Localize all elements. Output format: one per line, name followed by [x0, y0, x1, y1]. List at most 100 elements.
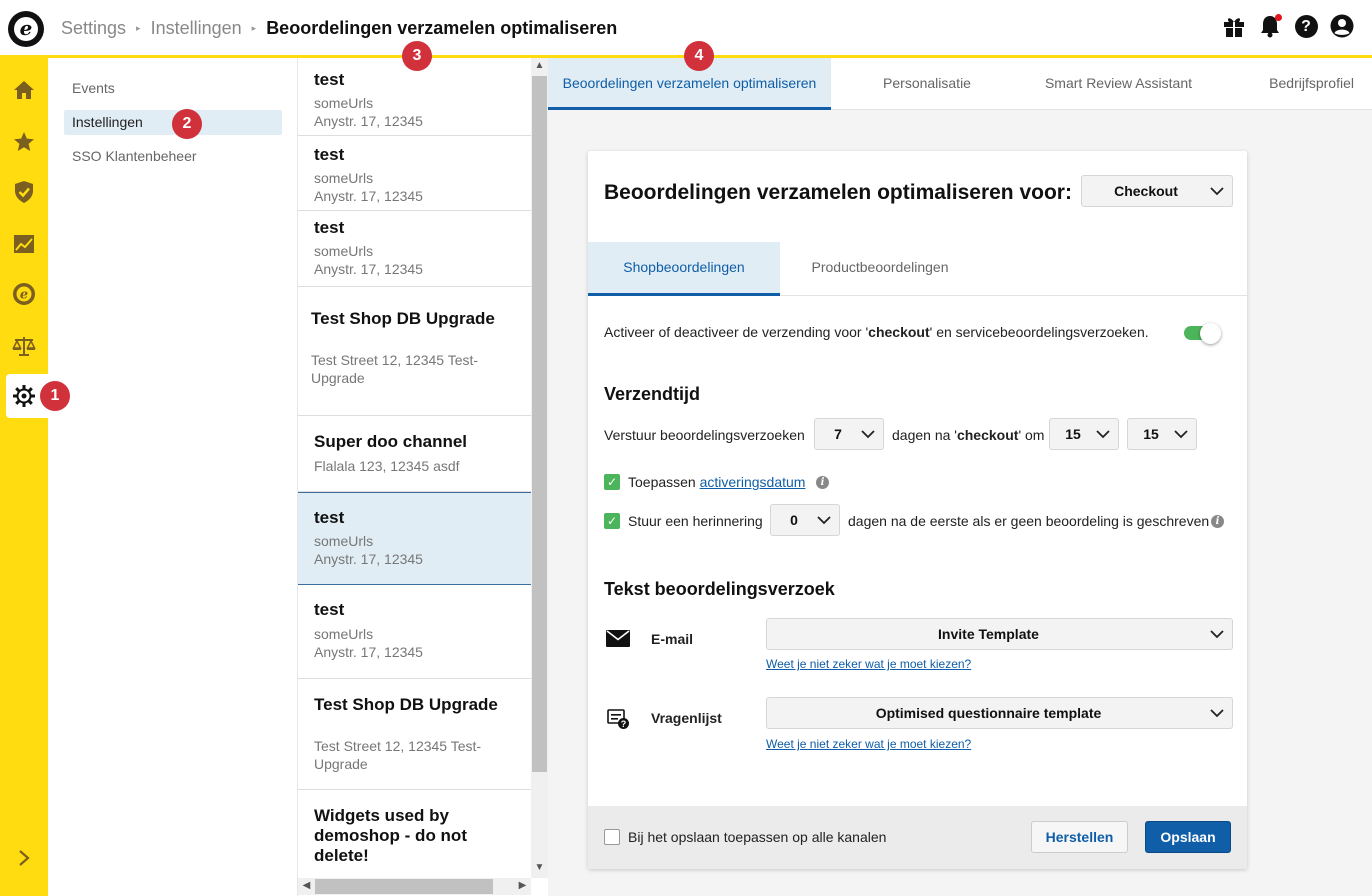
channel-address-cont: Upgrade — [314, 756, 368, 772]
account-icon[interactable] — [1330, 14, 1354, 38]
channel-address-cont: Upgrade — [311, 370, 365, 386]
channel-address: Anystr. 17, 12345 — [314, 261, 423, 277]
home-icon[interactable] — [0, 68, 48, 112]
channel-item[interactable]: Test Shop DB Upgrade Test Street 12, 123… — [298, 679, 531, 790]
page-title: Beoordelingen verzamelen optimaliseren — [266, 18, 618, 38]
trigger-select[interactable]: Checkout — [1081, 175, 1233, 207]
chevron-down-icon — [1210, 187, 1224, 196]
days-after-label: dagen na 'checkout' om — [892, 427, 1045, 443]
reminder-label: Stuur een herinnering — [628, 513, 763, 529]
channel-item[interactable]: test someUrls Anystr. 17, 12345 — [298, 211, 531, 287]
step-badge-3: 3 — [402, 41, 432, 71]
scroll-up-icon[interactable]: ▲ — [531, 60, 548, 71]
svg-text:e: e — [20, 288, 28, 303]
channel-item[interactable]: test someUrls Anystr. 17, 12345 — [298, 136, 531, 211]
save-button[interactable]: Opslaan — [1145, 821, 1231, 853]
channel-item[interactable]: test someUrls Anystr. 17, 12345 — [298, 585, 531, 679]
channel-address: Test Street 12, 12345 Test- — [311, 352, 479, 368]
etrusted-icon[interactable]: e — [0, 272, 48, 316]
tab-personalisatie[interactable]: Personalisatie — [848, 58, 1006, 110]
step-badge-1: 1 — [40, 381, 70, 411]
info-icon[interactable]: i — [1211, 515, 1224, 528]
subnav-item-sso-klantenbeheer[interactable]: SSO Klantenbeheer — [64, 144, 282, 169]
subtab-productbeoordelingen[interactable]: Productbeoordelingen — [780, 242, 980, 296]
channel-name-line-2: demoshop - do not — [314, 826, 467, 845]
scales-icon[interactable] — [0, 324, 48, 368]
gift-icon[interactable] — [1222, 14, 1246, 38]
chevron-down-icon — [861, 430, 875, 439]
apply-activation-checkbox[interactable]: ✓ — [604, 474, 620, 490]
channel-item[interactable]: Test Shop DB Upgrade Test Street 12, 123… — [298, 287, 531, 416]
channel-address: Anystr. 17, 12345 — [314, 113, 423, 129]
channel-name-line-1: Widgets used by — [314, 806, 449, 825]
channel-address: Test Street 12, 12345 Test- — [314, 738, 482, 754]
hour-select-value: 15 — [1065, 426, 1081, 442]
questionnaire-help-link[interactable]: Weet je niet zeker wat je moet kiezen? — [766, 737, 971, 751]
reminder-days-select[interactable]: 0 — [770, 504, 840, 536]
chevron-right-icon[interactable] — [0, 836, 48, 880]
tab-bedrijfsprofiel[interactable]: Bedrijfsprofiel — [1246, 58, 1372, 110]
chart-icon[interactable] — [0, 222, 48, 266]
channel-name: test — [314, 508, 345, 527]
channel-item[interactable]: Super doo channel Flalala 123, 12345 asd… — [298, 416, 531, 492]
scroll-left-icon[interactable]: ◀ — [298, 880, 315, 891]
channel-item-selected[interactable]: test someUrls Anystr. 17, 12345 — [298, 492, 531, 585]
chevron-down-icon — [1096, 430, 1110, 439]
email-template-value: Invite Template — [938, 626, 1039, 642]
vertical-scroll-thumb[interactable] — [532, 76, 547, 772]
reset-button[interactable]: Herstellen — [1031, 821, 1128, 853]
reminder-checkbox[interactable]: ✓ — [604, 513, 620, 529]
horizontal-scrollbar[interactable]: ◀ ▶ — [298, 878, 531, 895]
minute-select[interactable]: 15 — [1127, 418, 1197, 450]
notification-dot — [1275, 14, 1282, 21]
apply-all-channels-label: Bij het opslaan toepassen op alle kanale… — [628, 829, 887, 845]
bell-icon[interactable] — [1258, 14, 1282, 38]
chevron-down-icon — [817, 516, 831, 525]
email-template-select[interactable]: Invite Template — [766, 618, 1233, 650]
breadcrumb: Settings ▸ Instellingen ▸ Beoordelingen … — [61, 18, 617, 39]
channel-name: Test Shop DB Upgrade — [311, 309, 495, 328]
toggle-description: Activeer of deactiveer de verzending voo… — [604, 324, 1149, 340]
channel-address: Anystr. 17, 12345 — [314, 188, 423, 204]
send-prefix-label: Verstuur beoordelingsverzoeken — [604, 427, 805, 443]
chevron-down-icon — [1210, 709, 1224, 718]
card-title: Beoordelingen verzamelen optimaliseren v… — [604, 181, 1072, 204]
subtab-shopbeoordelingen[interactable]: Shopbeoordelingen — [588, 242, 780, 296]
channel-name-line-3: delete! — [314, 846, 369, 865]
days-select[interactable]: 7 — [814, 418, 884, 450]
channel-name: test — [314, 218, 345, 237]
channel-url: someUrls — [314, 626, 374, 642]
request-text-title: Tekst beoordelingsverzoek — [604, 579, 835, 599]
vertical-scrollbar[interactable]: ▲ ▼ — [531, 58, 548, 878]
channel-name: Test Shop DB Upgrade — [314, 695, 498, 714]
channel-address: Anystr. 17, 12345 — [314, 644, 423, 660]
horizontal-scroll-thumb[interactable] — [315, 879, 493, 894]
etrusted-logo[interactable]: e — [8, 11, 44, 47]
breadcrumb-settings[interactable]: Settings — [61, 18, 126, 39]
tab-smart-review-assistant[interactable]: Smart Review Assistant — [1026, 58, 1211, 110]
channel-name: test — [314, 70, 345, 89]
info-icon[interactable]: i — [816, 476, 829, 489]
star-icon[interactable] — [0, 120, 48, 164]
questionnaire-template-select[interactable]: Optimised questionnaire template — [766, 697, 1233, 729]
help-icon[interactable]: ? — [1294, 14, 1318, 38]
subnav-item-events[interactable]: Events — [64, 76, 282, 101]
channel-address: Anystr. 17, 12345 — [314, 551, 423, 567]
activation-date-link[interactable]: activeringsdatum — [700, 474, 806, 490]
settings-subnav: Events Instellingen SSO Klantenbeheer — [48, 58, 298, 896]
days-select-value: 7 — [834, 426, 842, 442]
email-help-link[interactable]: Weet je niet zeker wat je moet kiezen? — [766, 657, 971, 671]
card-footer: Bij het opslaan toepassen op alle kanale… — [588, 806, 1247, 869]
hour-select[interactable]: 15 — [1049, 418, 1119, 450]
scroll-right-icon[interactable]: ▶ — [514, 880, 531, 891]
chevron-down-icon — [1174, 430, 1188, 439]
minute-select-value: 15 — [1143, 426, 1159, 442]
breadcrumb-instellingen[interactable]: Instellingen — [151, 18, 242, 39]
sending-toggle[interactable] — [1184, 323, 1222, 344]
shield-check-icon[interactable] — [0, 170, 48, 214]
channel-name: Super doo channel — [314, 432, 468, 451]
apply-all-channels-checkbox[interactable] — [604, 829, 620, 845]
channel-address: Flalala 123, 12345 asdf — [314, 458, 460, 474]
scroll-down-icon[interactable]: ▼ — [531, 862, 548, 873]
breadcrumb-separator-icon: ▸ — [136, 23, 141, 33]
